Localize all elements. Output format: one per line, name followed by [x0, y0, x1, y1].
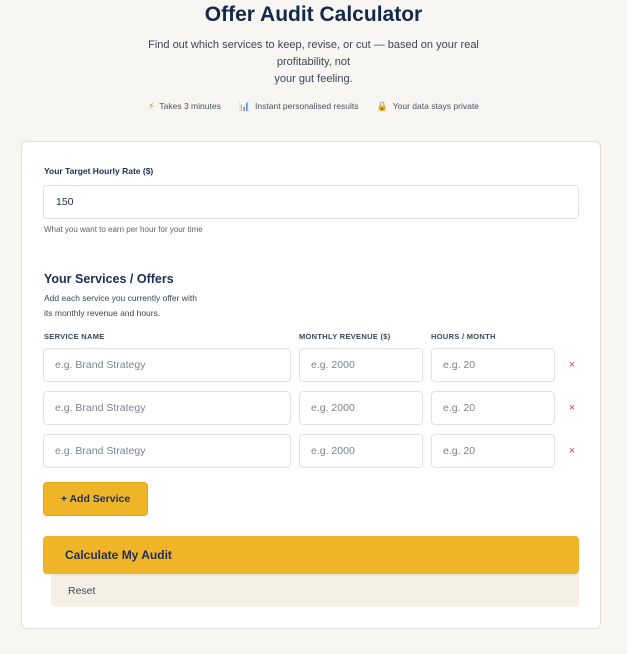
description-line: Add each service you currently offer wit…: [44, 293, 197, 303]
calculator-card: Your Target Hourly Rate ($) What you wan…: [21, 141, 601, 629]
hourly-rate-label: Your Target Hourly Rate ($): [44, 166, 154, 176]
description-line: its monthly revenue and hours.: [44, 308, 161, 318]
hours-input[interactable]: [431, 348, 555, 382]
feature-badges: ⚡ Takes 3 minutes 📊 Instant personalised…: [0, 101, 627, 111]
badge-label: Instant personalised results: [255, 101, 359, 111]
remove-row-icon[interactable]: ×: [566, 402, 578, 414]
service-name-input[interactable]: [43, 348, 291, 382]
badge-privacy: 🔒 Your data stays private: [377, 101, 479, 111]
column-header-monthly-revenue: MONTHLY REVENUE ($): [299, 332, 391, 341]
monthly-revenue-input[interactable]: [299, 434, 423, 468]
service-name-input[interactable]: [43, 434, 291, 468]
remove-row-icon[interactable]: ×: [566, 445, 578, 457]
page-subtitle: Find out which services to keep, revise,…: [138, 37, 489, 88]
calculate-audit-button[interactable]: Calculate My Audit: [43, 536, 579, 574]
hourly-rate-input[interactable]: [43, 185, 579, 219]
service-name-input[interactable]: [43, 391, 291, 425]
column-header-service-name: SERVICE NAME: [44, 332, 105, 341]
lock-icon: 🔒: [376, 100, 388, 111]
subtitle-line: your gut feeling.: [274, 73, 353, 85]
subtitle-line: profitability, not: [276, 56, 351, 68]
hours-input[interactable]: [431, 434, 555, 468]
hours-input[interactable]: [431, 391, 555, 425]
badge-label: Your data stays private: [392, 101, 479, 111]
badge-results: 📊 Instant personalised results: [239, 101, 359, 111]
chart-icon: 📊: [238, 100, 251, 111]
subtitle-line: Find out which services to keep, revise,…: [148, 39, 479, 51]
monthly-revenue-input[interactable]: [299, 348, 423, 382]
badge-label: Takes 3 minutes: [159, 101, 221, 111]
monthly-revenue-input[interactable]: [299, 391, 423, 425]
services-description: Add each service you currently offer wit…: [44, 291, 244, 321]
column-header-hours: HOURS / MONTH: [431, 332, 496, 341]
services-title: Your Services / Offers: [44, 272, 174, 286]
page: Offer Audit Calculator Find out which se…: [0, 0, 627, 654]
reset-button[interactable]: Reset: [51, 574, 579, 607]
add-service-button[interactable]: + Add Service: [43, 482, 148, 516]
lightning-icon: ⚡: [148, 100, 155, 111]
badge-time: ⚡ Takes 3 minutes: [148, 101, 221, 111]
hourly-rate-hint: What you want to earn per hour for your …: [44, 225, 203, 234]
page-title: Offer Audit Calculator: [204, 3, 423, 26]
remove-row-icon[interactable]: ×: [566, 359, 578, 371]
